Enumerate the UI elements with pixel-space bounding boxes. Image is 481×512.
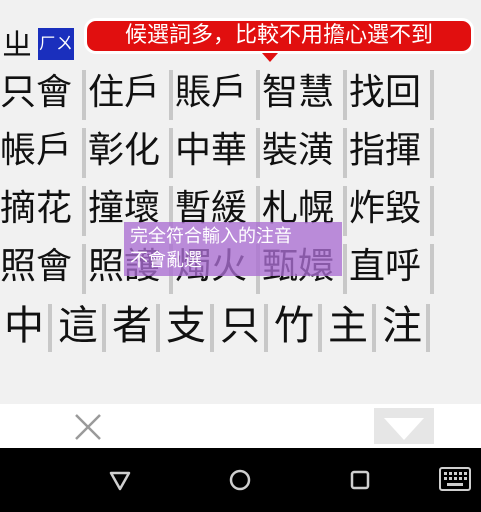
candidate-separator: [430, 70, 434, 120]
single-char-candidate[interactable]: 支: [164, 296, 208, 356]
close-icon: [75, 414, 101, 440]
candidate-separator: [48, 304, 52, 352]
candidate-separator: [102, 304, 106, 352]
candidate-word[interactable]: 找回: [349, 64, 421, 122]
candidate-separator: [169, 128, 173, 178]
candidate-separator: [82, 186, 86, 236]
nav-back-icon: [109, 471, 131, 491]
candidate-separator: [210, 304, 214, 352]
candidate-tip-tail: [262, 53, 278, 62]
system-nav-bar: [0, 448, 481, 512]
single-char-candidate[interactable]: 竹: [272, 296, 316, 356]
candidate-separator: [82, 70, 86, 120]
single-char-candidate[interactable]: 中: [2, 296, 46, 356]
single-char-candidate[interactable]: 只: [218, 296, 262, 356]
candidate-word[interactable]: 中華: [175, 122, 247, 180]
candidate-row: 只會 住戶 賬戶 智慧 找回: [0, 64, 481, 122]
chevron-down-icon: [384, 418, 424, 440]
nav-home-icon: [229, 469, 251, 491]
candidate-word[interactable]: 帳戶: [0, 122, 72, 180]
keyboard-switch-button[interactable]: [436, 462, 474, 498]
candidate-word[interactable]: 智慧: [262, 64, 334, 122]
nav-recent-icon: [350, 470, 370, 490]
nav-home-button[interactable]: [222, 462, 258, 498]
candidate-word[interactable]: 彰化: [88, 122, 160, 180]
single-char-candidate[interactable]: 主: [326, 296, 370, 356]
candidate-separator: [372, 304, 376, 352]
candidate-separator: [82, 244, 86, 294]
close-candidates-button[interactable]: [68, 412, 108, 442]
candidate-separator: [318, 304, 322, 352]
candidate-word[interactable]: 裝潢: [262, 122, 334, 180]
exact-match-tip-text: 完全符合輸入的注音 不會亂選: [130, 226, 292, 271]
candidate-separator: [430, 186, 434, 236]
candidate-separator: [156, 304, 160, 352]
candidate-word[interactable]: 指揮: [349, 122, 421, 180]
composing-char: ㄓ: [2, 28, 32, 63]
candidate-word[interactable]: 摘花: [0, 180, 72, 238]
collapse-candidates-button[interactable]: [374, 408, 434, 444]
candidate-separator: [343, 244, 347, 294]
candidate-tip-banner: 候選詞多，比較不用擔心選不到: [84, 18, 474, 54]
composition-strip: ㄓ ㄏㄨ 候選詞多，比較不用擔心選不到: [0, 0, 481, 64]
candidate-separator: [82, 128, 86, 178]
candidate-separator: [256, 70, 260, 120]
keyboard-icon: [439, 467, 471, 491]
nav-back-button[interactable]: [102, 462, 138, 498]
candidate-separator: [343, 186, 347, 236]
candidate-word[interactable]: 賬戶: [175, 64, 247, 122]
single-char-row: 中 這 者 支 只 竹 主 注: [0, 296, 481, 356]
candidate-word[interactable]: 住戶: [88, 64, 160, 122]
candidate-separator: [430, 244, 434, 294]
single-char-candidate[interactable]: 注: [380, 296, 424, 356]
candidate-separator: [264, 304, 268, 352]
candidate-word[interactable]: 照會: [0, 238, 72, 296]
candidate-word[interactable]: 炸毀: [349, 180, 421, 238]
zhuyin-input-box: ㄏㄨ: [38, 28, 74, 60]
candidate-separator: [426, 304, 430, 352]
candidate-separator: [343, 128, 347, 178]
exact-match-tip: 完全符合輸入的注音 不會亂選: [124, 222, 342, 276]
candidate-separator: [256, 128, 260, 178]
single-char-candidate[interactable]: 者: [110, 296, 154, 356]
candidate-word[interactable]: 只會: [0, 64, 72, 122]
ime-panel: ㄓ ㄏㄨ 候選詞多，比較不用擔心選不到 只會 住戶 賬戶 智慧 找回 帳戶 彰化…: [0, 0, 481, 512]
candidate-separator: [343, 70, 347, 120]
candidate-row: 帳戶 彰化 中華 裝潢 指揮: [0, 122, 481, 180]
candidate-toolbar: [0, 404, 481, 448]
nav-recent-button[interactable]: [342, 462, 378, 498]
candidate-separator: [169, 70, 173, 120]
single-char-candidate[interactable]: 這: [56, 296, 100, 356]
candidate-separator: [430, 128, 434, 178]
candidate-word[interactable]: 直呼: [349, 238, 421, 296]
